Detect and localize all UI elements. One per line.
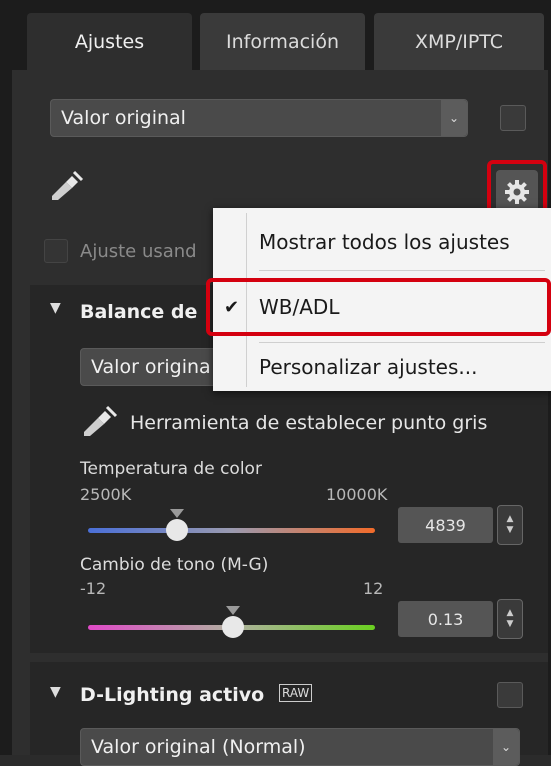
white-balance-select[interactable]: Valor origina: [80, 348, 230, 386]
gray-point-eyedropper-icon[interactable]: [80, 404, 120, 438]
temperature-min: 2500K: [80, 485, 132, 504]
tint-value[interactable]: 0.13: [398, 601, 493, 637]
tint-max: 12: [363, 579, 384, 598]
preset-checkbox[interactable]: [500, 105, 526, 131]
menu-item-show-all[interactable]: Mostrar todos los ajustes: [259, 222, 510, 262]
temperature-value[interactable]: 4839: [398, 507, 493, 543]
tint-label: Cambio de tono (M-G): [80, 555, 269, 575]
d-lighting-checkbox[interactable]: [497, 682, 523, 708]
menu-item-wb-adl-label: WB/ADL: [259, 295, 340, 319]
temperature-label: Temperatura de color: [80, 459, 262, 479]
d-lighting-select[interactable]: Valor original (Normal) ⌄: [80, 728, 520, 766]
tint-marker: [225, 606, 240, 615]
wb-adl-highlight: [206, 278, 551, 336]
gray-point-label: Herramienta de establecer punto gris: [130, 412, 488, 434]
checkmark-icon: ✔: [224, 296, 240, 318]
preset-select-value: Valor original: [61, 107, 186, 129]
eyedropper-icon[interactable]: [48, 170, 84, 202]
collapse-triangle-icon[interactable]: ▼: [50, 300, 61, 316]
tab-ajustes[interactable]: Ajustes: [27, 13, 192, 70]
menu-separator: [259, 270, 545, 271]
gear-icon: [505, 180, 529, 204]
left-edge: [0, 70, 12, 755]
d-lighting-chevron-icon: ⌄: [493, 729, 519, 765]
menu-item-wb-adl[interactable]: WB/ADL: [259, 286, 339, 328]
tab-xmp-iptc[interactable]: XMP/IPTC: [374, 13, 544, 70]
temperature-max: 10000K: [326, 485, 388, 504]
menu-separator-2: [259, 342, 545, 343]
d-lighting-title: D-Lighting activo: [80, 684, 265, 706]
temperature-slider-thumb[interactable]: [165, 519, 188, 541]
menu-item-customize-label: Personalizar ajustes...: [259, 355, 478, 379]
tint-stepper[interactable]: ▲ ▼: [497, 599, 523, 639]
menu-item-customize[interactable]: Personalizar ajustes...: [259, 346, 477, 388]
temperature-marker: [169, 509, 184, 518]
menu-item-show-all-label: Mostrar todos los ajustes: [259, 230, 510, 254]
preset-select[interactable]: Valor original ⌄: [50, 99, 468, 137]
white-balance-select-value: Valor origina: [91, 356, 211, 378]
tint-min: -12: [80, 579, 107, 598]
adjust-using-label: Ajuste usand: [80, 241, 197, 262]
raw-badge: RAW: [279, 684, 313, 702]
temperature-stepper[interactable]: ▲ ▼: [497, 505, 523, 545]
chevron-down-icon: ⌄: [441, 100, 467, 136]
tint-slider-thumb[interactable]: [221, 616, 244, 638]
temperature-slider-track[interactable]: [88, 528, 375, 533]
tab-informacion[interactable]: Información: [200, 13, 365, 70]
d-lighting-collapse-icon[interactable]: ▼: [50, 684, 61, 700]
white-balance-title: Balance de: [80, 301, 198, 323]
adjust-using-checkbox[interactable]: [44, 239, 68, 263]
